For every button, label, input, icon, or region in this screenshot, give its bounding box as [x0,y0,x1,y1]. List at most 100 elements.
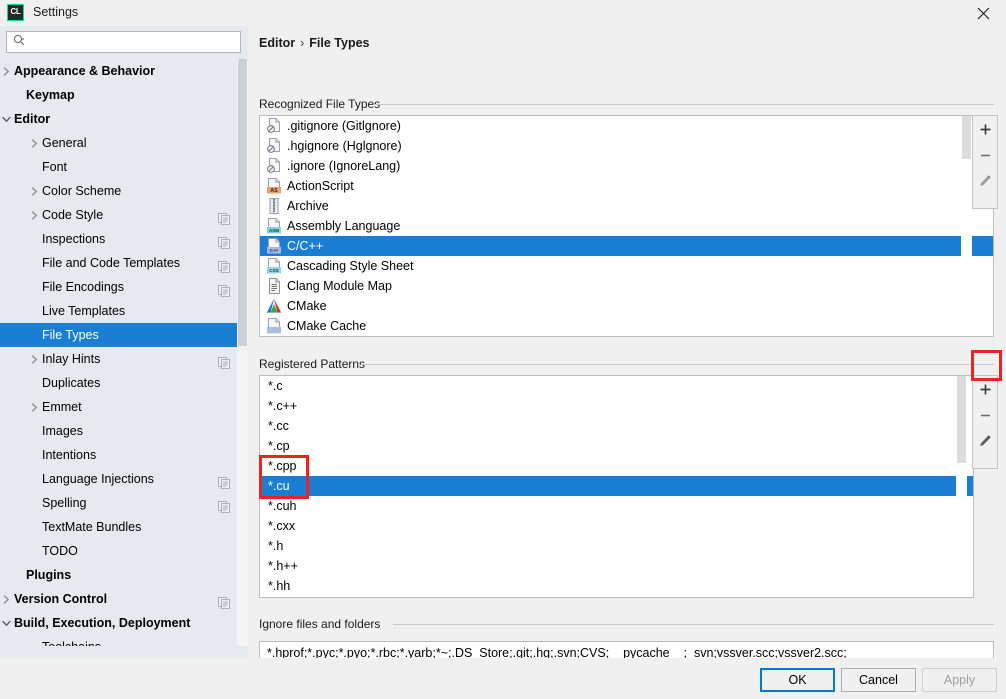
svg-text:C++: C++ [270,248,279,253]
pattern-label: *.c++ [268,399,298,413]
window-title: Settings [33,5,79,19]
ignore-files-label: Ignore files and folders [259,617,387,631]
sidebar-item-keymap[interactable]: Keymap [0,83,248,107]
ignore-divider [393,624,994,625]
chevron-right-icon[interactable] [29,395,39,419]
edit-pattern-button[interactable] [973,428,997,454]
chevron-right-icon[interactable] [29,203,39,227]
settings-tree[interactable]: Appearance & Behavior Keymap Editor General… [0,59,248,646]
file-type-row[interactable]: CMake [260,296,993,316]
file-type-row[interactable]: AS ActionScript [260,176,993,196]
copy-settings-icon [218,353,230,369]
registered-patterns-list[interactable]: *.c *.c++ *.cc *.cp *.cpp *.cu *.cuh *.cxx *.h *.… [259,375,974,598]
remove-pattern-button[interactable] [973,402,997,428]
pattern-row[interactable]: *.cxx [260,516,973,536]
sidebar-item-toolchains[interactable]: Toolchains [0,635,248,646]
patterns-divider [361,364,994,365]
pattern-row[interactable]: *.hh [260,576,973,596]
sidebar-item-intentions[interactable]: Intentions [0,443,248,467]
edit-file-type-button[interactable] [973,168,997,194]
search-field[interactable] [6,31,241,53]
close-icon[interactable] [960,0,1006,26]
recognized-scrollbar[interactable] [961,116,972,336]
sidebar-item-file-types[interactable]: File Types [0,323,248,347]
chevron-right-icon[interactable] [29,347,39,371]
chevron-right-icon[interactable] [1,59,11,83]
breadcrumb-separator: › [300,36,305,50]
chevron-right-icon[interactable] [29,179,39,203]
sidebar-item-textmate-bundles[interactable]: TextMate Bundles [0,515,248,539]
file-type-row[interactable]: ASM Assembly Language [260,216,993,236]
sidebar-item-label: Live Templates [42,304,126,318]
sidebar-item-build-execution-deployment[interactable]: Build, Execution, Deployment [0,611,248,635]
add-file-type-button[interactable] [973,116,997,142]
sidebar-item-label: File Encodings [42,280,124,294]
chevron-right-icon[interactable] [29,131,39,155]
breadcrumb-parent[interactable]: Editor [259,36,295,50]
sidebar-item-inspections[interactable]: Inspections [0,227,248,251]
cmake-icon [266,298,282,314]
sidebar-item-inlay-hints[interactable]: Inlay Hints [0,347,248,371]
sidebar-item-duplicates[interactable]: Duplicates [0,371,248,395]
sidebar-item-code-style[interactable]: Code Style [0,203,248,227]
svg-text:AS: AS [270,188,278,194]
sidebar-item-color-scheme[interactable]: Color Scheme [0,179,248,203]
pattern-row[interactable]: *.h [260,536,973,556]
file-type-row[interactable]: C++ C/C++ [260,236,993,256]
pattern-row[interactable]: *.cpp [260,456,973,476]
sidebar-item-file-and-code-templates[interactable]: File and Code Templates [0,251,248,275]
sidebar-item-spelling[interactable]: Spelling [0,491,248,515]
sidebar-item-label: Font [42,160,68,174]
sidebar-item-live-templates[interactable]: Live Templates [0,299,248,323]
chevron-down-icon[interactable] [1,107,11,131]
sidebar-item-label: Spelling [42,496,87,510]
sidebar-item-label: Keymap [26,88,75,102]
file-type-row[interactable]: .ignore (IgnoreLang) [260,156,993,176]
patterns-scrollbar-thumb[interactable] [957,376,966,463]
sidebar-scrollbar-thumb[interactable] [238,59,247,346]
file-type-row[interactable]: .hgignore (Hglgnore) [260,136,993,156]
file-type-row[interactable]: .gitignore (Gitlgnore) [260,116,993,136]
ok-button[interactable]: OK [760,668,835,692]
sidebar-item-language-injections[interactable]: Language Injections [0,467,248,491]
add-pattern-button[interactable] [973,376,997,402]
registered-patterns-label: Registered Patterns [259,357,372,371]
pattern-row[interactable]: *.c++ [260,396,973,416]
sidebar-item-appearance-behavior[interactable]: Appearance & Behavior [0,59,248,83]
pattern-row[interactable]: *.cuh [260,496,973,516]
file-type-row[interactable]: CMake Cache [260,316,993,336]
sidebar-item-todo[interactable]: TODO [0,539,248,563]
chevron-down-icon[interactable] [1,611,11,635]
pattern-row[interactable]: *.h++ [260,556,973,576]
file-type-row[interactable]: CSS Cascading Style Sheet [260,256,993,276]
sidebar-item-label: File and Code Templates [42,256,181,270]
sidebar-item-general[interactable]: General [0,131,248,155]
search-input[interactable] [30,34,234,50]
sidebar-scrollbar[interactable] [237,59,248,646]
sidebar-item-file-encodings[interactable]: File Encodings [0,275,248,299]
sidebar-item-editor[interactable]: Editor [0,107,248,131]
sidebar-item-emmet[interactable]: Emmet [0,395,248,419]
pattern-row[interactable]: *.cu [260,476,973,496]
remove-file-type-button[interactable] [973,142,997,168]
sidebar-item-images[interactable]: Images [0,419,248,443]
pattern-label: *.cc [268,419,289,433]
sidebar-item-label: Build, Execution, Deployment [14,616,191,630]
css-icon: CSS [266,258,282,274]
file-type-row[interactable]: Clang Module Map [260,276,993,296]
sidebar-item-font[interactable]: Font [0,155,248,179]
file-type-row[interactable]: Archive [260,196,993,216]
chevron-right-icon[interactable] [1,587,11,611]
recognized-scrollbar-thumb[interactable] [962,116,971,159]
patterns-scrollbar[interactable] [956,376,967,597]
pattern-row[interactable]: *.cp [260,436,973,456]
pattern-row[interactable]: *.cc [260,416,973,436]
sidebar-item-plugins[interactable]: Plugins [0,563,248,587]
cancel-button[interactable]: Cancel [841,668,916,692]
title-bar: CL Settings [0,0,1006,26]
sidebar-item-version-control[interactable]: Version Control [0,587,248,611]
recognized-file-types-list[interactable]: .gitignore (Gitlgnore) .hgignore (Hglgnor… [259,115,994,337]
recognized-divider [373,104,994,105]
pattern-row[interactable]: *.c [260,376,973,396]
copy-settings-icon [218,257,230,273]
